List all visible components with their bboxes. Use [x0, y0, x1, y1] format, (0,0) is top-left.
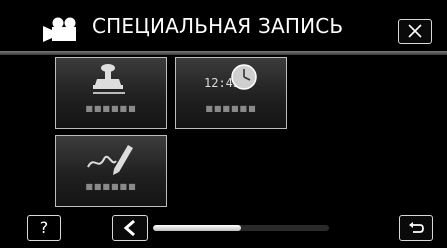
tile-handwriting[interactable]: ■■■■■■ [55, 135, 167, 207]
chevron-left-icon [123, 220, 135, 236]
close-button[interactable] [398, 19, 432, 44]
close-icon [408, 24, 422, 38]
handwriting-icon [87, 145, 133, 175]
stamp-icon [93, 64, 125, 94]
prev-page-button[interactable] [112, 215, 148, 241]
page-title: СПЕЦИАЛЬНАЯ ЗАПИСЬ [92, 14, 344, 38]
return-icon [409, 222, 424, 233]
video-camera-icon [43, 17, 76, 42]
tile-grid: ■■■■■■ 12:45 ■■■■■■ ■■■■■■ [0, 55, 447, 210]
scroll-thumb[interactable] [153, 225, 241, 231]
tile-label: ■■■■■■ [85, 182, 137, 191]
back-button[interactable] [399, 215, 433, 241]
header-bar: СПЕЦИАЛЬНАЯ ЗАПИСЬ [0, 0, 447, 52]
page-scrollbar[interactable] [153, 225, 329, 231]
help-button[interactable]: ? [27, 215, 61, 241]
tile-clock[interactable]: 12:45 ■■■■■■ [175, 57, 287, 129]
tile-label: ■■■■■■ [85, 104, 137, 113]
tile-stamp[interactable]: ■■■■■■ [55, 57, 167, 129]
tile-label: ■■■■■■ [205, 104, 257, 113]
clock-icon: 12:45 [204, 64, 257, 90]
